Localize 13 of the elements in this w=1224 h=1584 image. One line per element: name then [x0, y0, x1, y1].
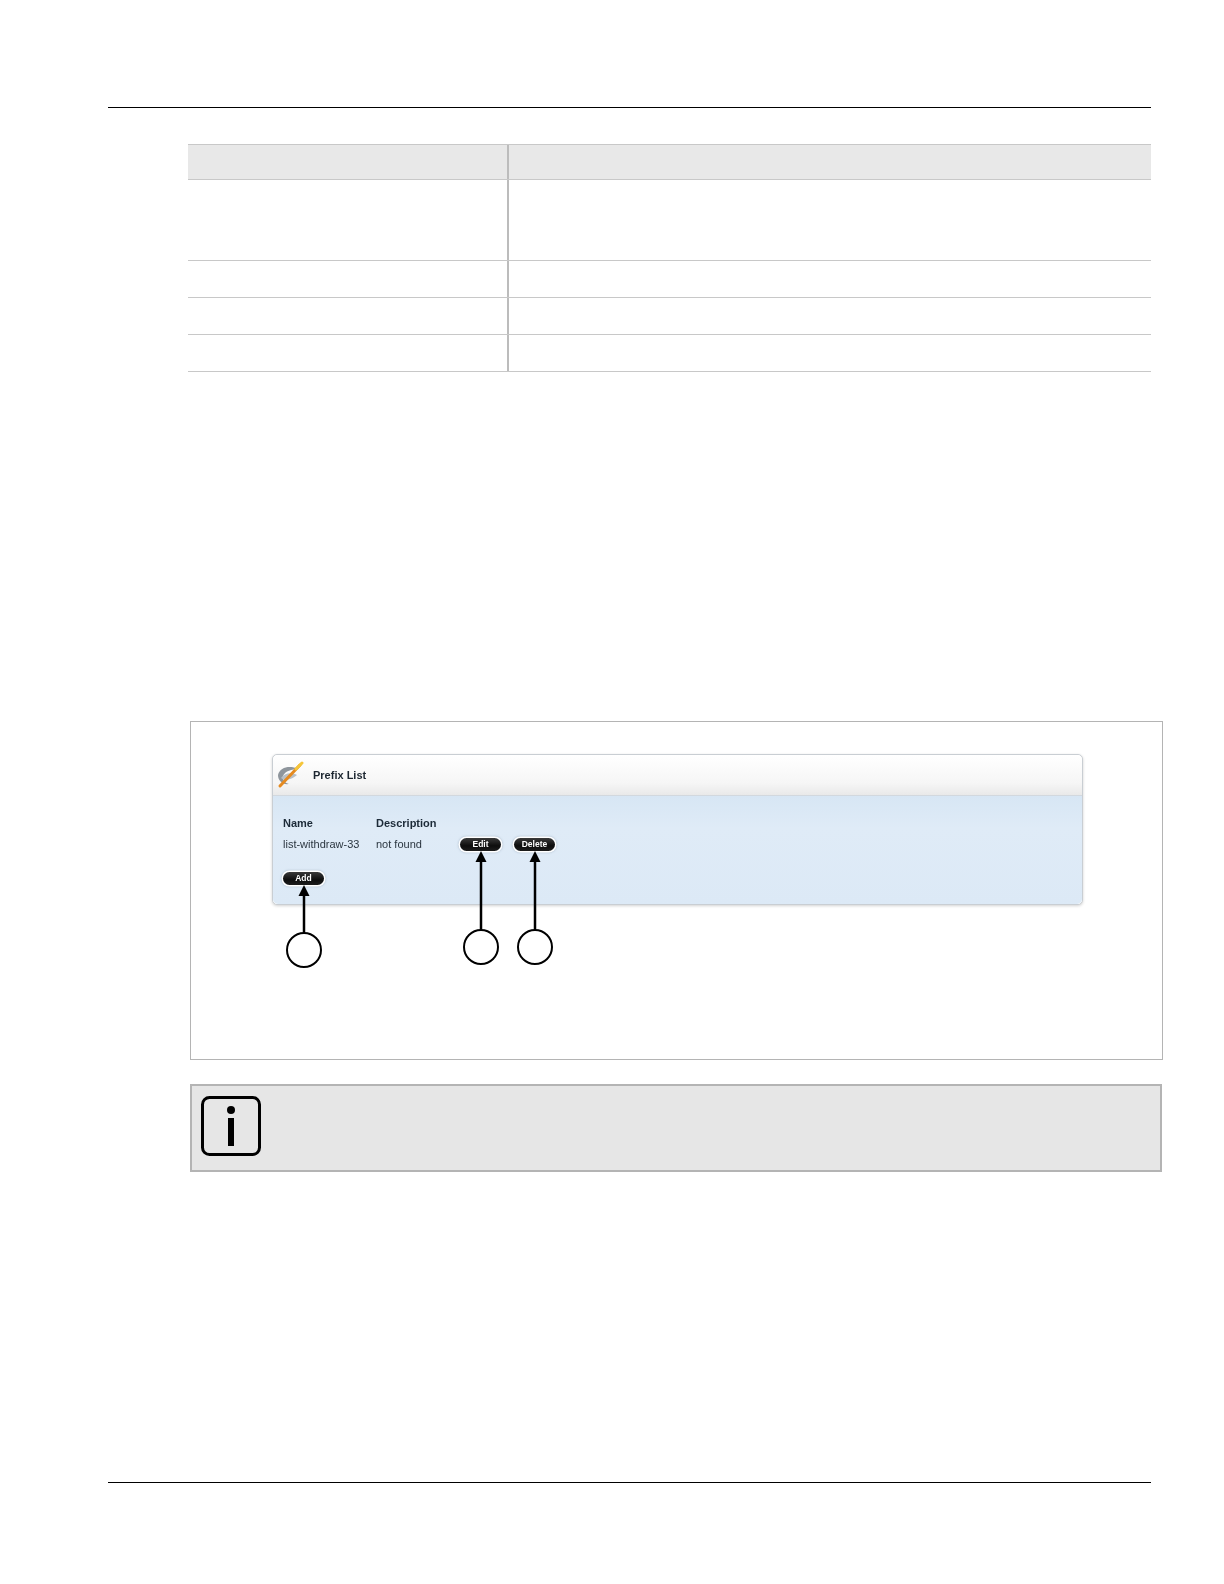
callout-circle — [462, 928, 499, 965]
table-cell-text: list-withdraw-33 — [283, 837, 361, 851]
info-icon — [201, 1096, 261, 1156]
column-header: Description — [376, 816, 438, 830]
table-cell-text: not found — [376, 837, 423, 851]
action-button[interactable]: Delete — [514, 837, 555, 851]
add-button[interactable]: Add — [283, 872, 324, 885]
panel-title: Prefix List — [313, 769, 367, 781]
action-button[interactable]: Edit — [460, 837, 501, 851]
callout-circle — [516, 928, 553, 965]
callout-circle — [285, 932, 322, 968]
swirl-pencil-icon — [276, 761, 304, 789]
column-header: Name — [283, 816, 314, 830]
